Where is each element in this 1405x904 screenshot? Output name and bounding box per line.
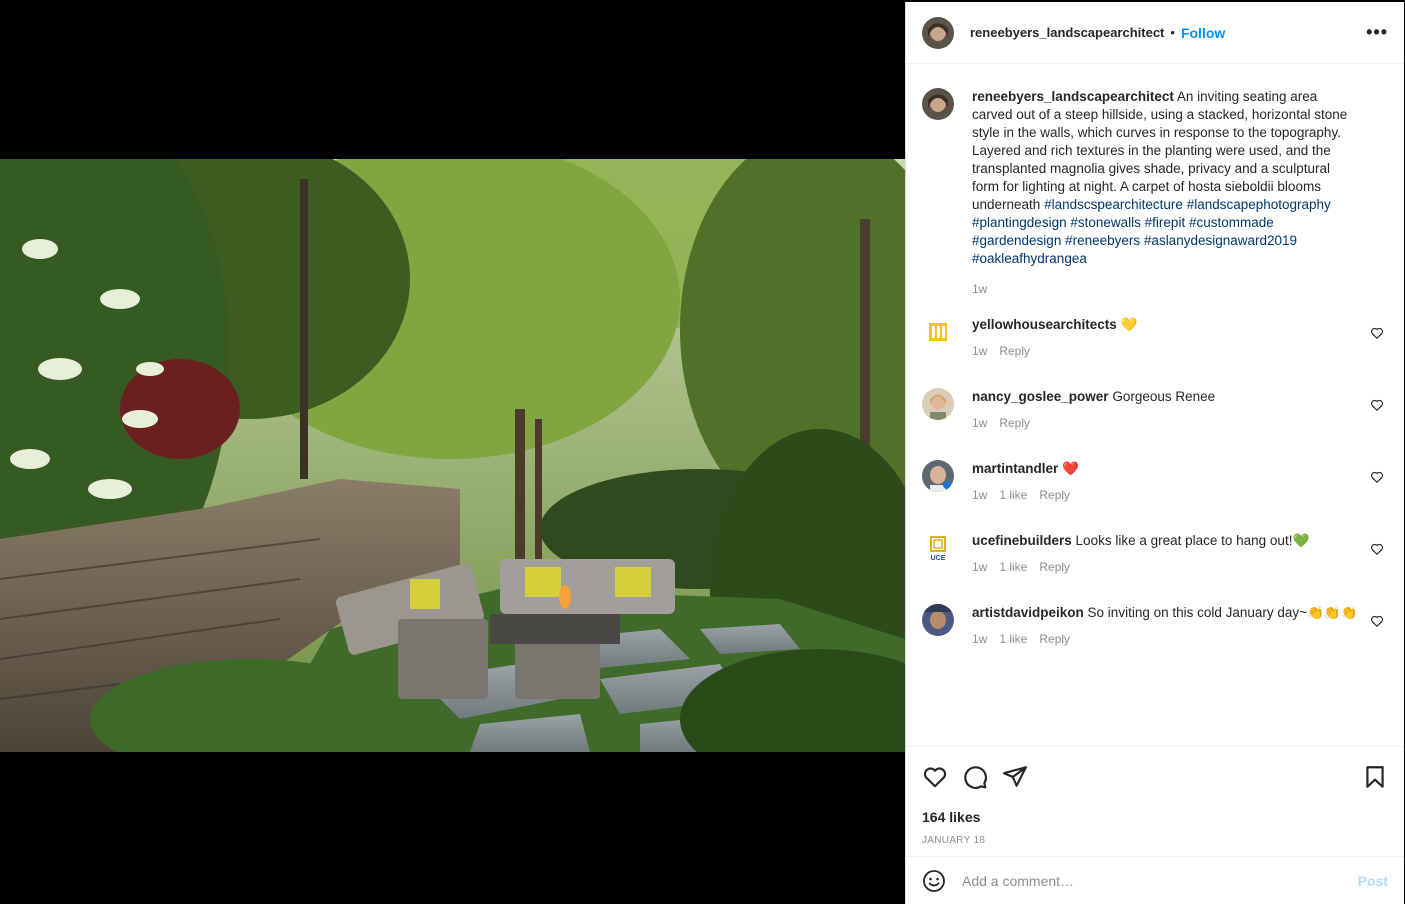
- comment-row: nancy_goslee_power Gorgeous Renee 1w Rep…: [922, 388, 1388, 440]
- hashtag-link[interactable]: #landscspearchitecture: [1044, 197, 1183, 212]
- post-photo[interactable]: [0, 159, 905, 752]
- hashtag-link[interactable]: #stonewalls: [1070, 215, 1141, 230]
- reply-button[interactable]: Reply: [1039, 488, 1070, 502]
- hashtag-link[interactable]: #oakleafhydrangea: [972, 251, 1087, 266]
- comment-row: yellowhousearchitects 💛 1w Reply: [922, 316, 1388, 368]
- post-actions: 164 likes JANUARY 18: [906, 746, 1404, 846]
- post-header: reneebyers_landscapearchitect • Follow •…: [906, 2, 1404, 64]
- comment-age: 1w: [972, 416, 988, 430]
- comment-text: Gorgeous Renee: [1112, 389, 1216, 404]
- hashtag-link[interactable]: #firepit: [1145, 215, 1186, 230]
- garden-patio-image: [0, 159, 905, 752]
- like-comment-heart-icon[interactable]: [1370, 326, 1384, 340]
- caption-author-avatar-image: [922, 88, 954, 120]
- comment-likes[interactable]: 1 like: [999, 488, 1027, 502]
- save-bookmark-icon[interactable]: [1362, 764, 1388, 790]
- uce-logo-icon: UCE: [922, 532, 954, 564]
- emoji-smiley-icon[interactable]: [922, 869, 946, 893]
- follow-button[interactable]: Follow: [1181, 25, 1225, 41]
- more-options-icon[interactable]: •••: [1366, 22, 1388, 43]
- nancy-avatar-image: [922, 388, 954, 420]
- post-comment-button[interactable]: Post: [1358, 873, 1388, 889]
- comment-input[interactable]: [962, 872, 1358, 889]
- hashtag-link[interactable]: #aslanydesignaward2019: [1144, 233, 1297, 248]
- martin-avatar-image: [922, 460, 954, 492]
- caption-age: 1w: [972, 282, 988, 296]
- comment-age: 1w: [972, 488, 988, 502]
- artist-avatar-image: [922, 604, 954, 636]
- comment-likes[interactable]: 1 like: [999, 632, 1027, 646]
- svg-text:UCE: UCE: [931, 555, 946, 562]
- caption: reneebyers_landscapearchitect An invitin…: [922, 88, 1388, 296]
- commenter-avatar[interactable]: [922, 316, 954, 348]
- comment-row: UCE ucefinebuilders Looks like a great p…: [922, 532, 1388, 584]
- hashtag-link[interactable]: #custommade: [1189, 215, 1274, 230]
- caption-text-block: reneebyers_landscapearchitect An invitin…: [972, 88, 1358, 268]
- comment-username[interactable]: yellowhousearchitects: [972, 317, 1117, 332]
- comment-likes[interactable]: 1 like: [999, 560, 1027, 574]
- caption-meta: 1w: [972, 282, 1358, 296]
- share-paper-plane-icon[interactable]: [1002, 764, 1028, 790]
- comment-row: martintandler ❤️ 1w 1 like Reply: [922, 460, 1388, 512]
- hashtag-link[interactable]: #reneebyers: [1065, 233, 1140, 248]
- reply-button[interactable]: Reply: [999, 344, 1030, 358]
- likes-count[interactable]: 164 likes: [906, 809, 1404, 825]
- comment-text: Looks like a great place to hang out!💚: [1075, 533, 1310, 548]
- author-avatar[interactable]: [922, 16, 954, 49]
- action-icons: [906, 749, 1404, 805]
- comment-username[interactable]: nancy_goslee_power: [972, 389, 1109, 404]
- hashtag-link[interactable]: #gardendesign: [972, 233, 1061, 248]
- hashtag-link[interactable]: #landscapephotography: [1187, 197, 1331, 212]
- post-viewer: reneebyers_landscapearchitect • Follow •…: [0, 0, 1405, 904]
- reply-button[interactable]: Reply: [1039, 560, 1070, 574]
- reply-button[interactable]: Reply: [1039, 632, 1070, 646]
- comment-age: 1w: [972, 560, 988, 574]
- hashtag-link[interactable]: #plantingdesign: [972, 215, 1067, 230]
- yellowhouse-logo-icon: [922, 316, 954, 348]
- caption-username[interactable]: reneebyers_landscapearchitect: [972, 89, 1174, 104]
- author-avatar-image: [922, 16, 954, 49]
- commenter-avatar[interactable]: [922, 388, 954, 420]
- comment-age: 1w: [972, 632, 988, 646]
- comment-row: artistdavidpeikon So inviting on this co…: [922, 604, 1388, 674]
- author-username[interactable]: reneebyers_landscapearchitect: [970, 25, 1164, 40]
- comment-text: ❤️: [1062, 461, 1079, 476]
- add-comment-bar: Post: [906, 856, 1404, 904]
- reply-button[interactable]: Reply: [999, 416, 1030, 430]
- post-date: JANUARY 18: [922, 835, 986, 846]
- comment-username[interactable]: artistdavidpeikon: [972, 605, 1084, 620]
- comment-username[interactable]: ucefinebuilders: [972, 533, 1072, 548]
- like-comment-heart-icon[interactable]: [1370, 398, 1384, 412]
- post-details-panel: reneebyers_landscapearchitect • Follow •…: [905, 2, 1404, 904]
- comment-age: 1w: [972, 344, 988, 358]
- like-heart-icon[interactable]: [922, 764, 948, 790]
- comment-text: 💛: [1120, 317, 1138, 332]
- like-comment-heart-icon[interactable]: [1370, 542, 1384, 556]
- comment-text: So inviting on this cold January day~👏👏👏: [1087, 605, 1358, 620]
- comment-username[interactable]: martintandler: [972, 461, 1058, 476]
- caption-author-avatar[interactable]: [922, 88, 954, 120]
- separator-dot: •: [1170, 25, 1175, 40]
- like-comment-heart-icon[interactable]: [1370, 614, 1384, 628]
- commenter-avatar[interactable]: UCE: [922, 532, 954, 564]
- comment-bubble-icon[interactable]: [962, 764, 988, 790]
- caption-text: An inviting seating area carved out of a…: [972, 89, 1348, 212]
- media-pane: [0, 0, 905, 904]
- comments-list[interactable]: reneebyers_landscapearchitect An invitin…: [906, 65, 1404, 745]
- commenter-avatar[interactable]: [922, 460, 954, 492]
- commenter-avatar[interactable]: [922, 604, 954, 636]
- like-comment-heart-icon[interactable]: [1370, 470, 1384, 484]
